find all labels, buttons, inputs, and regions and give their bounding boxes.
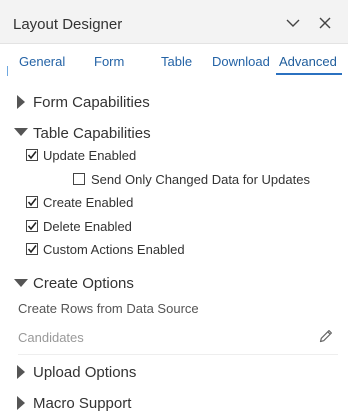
create-rows-value: Candidates [18,330,84,345]
custom-actions-enabled-checkbox[interactable] [26,243,38,255]
section-create-options[interactable]: Create Options [33,275,134,292]
tab-scroll-indicator [7,66,8,76]
send-only-changed-label: Send Only Changed Data for Updates [91,172,310,187]
section-upload-options[interactable]: Upload Options [33,364,136,381]
update-enabled-checkbox[interactable] [26,149,38,161]
create-enabled-checkbox[interactable] [26,196,38,208]
tab-general[interactable]: General [19,54,65,69]
caret-right-icon[interactable] [17,95,25,109]
layout-designer-panel: Layout Designer General Form Table Downl… [0,0,348,418]
delete-enabled-checkbox[interactable] [26,220,38,232]
caret-down-icon[interactable] [14,128,28,136]
create-enabled-label: Create Enabled [43,195,134,210]
tab-bar: General Form Table Download Advanced [0,44,348,76]
tab-table[interactable]: Table [161,54,192,69]
field-divider [18,354,338,355]
close-icon[interactable] [316,14,334,32]
chevron-down-icon[interactable] [284,14,302,32]
pencil-icon[interactable] [318,328,334,344]
caret-right-icon[interactable] [17,396,25,410]
custom-actions-enabled-label: Custom Actions Enabled [43,242,185,257]
section-form-capabilities[interactable]: Form Capabilities [33,94,150,111]
section-macro-support[interactable]: Macro Support [33,395,131,412]
delete-enabled-label: Delete Enabled [43,219,132,234]
panel-header: Layout Designer [0,0,348,44]
create-rows-label: Create Rows from Data Source [18,301,199,316]
tab-form[interactable]: Form [94,54,124,69]
send-only-changed-checkbox[interactable] [73,173,85,185]
update-enabled-label: Update Enabled [43,148,137,163]
tab-advanced[interactable]: Advanced [279,54,337,69]
caret-right-icon[interactable] [17,365,25,379]
panel-title: Layout Designer [13,16,123,33]
active-tab-indicator [276,73,342,75]
section-table-capabilities[interactable]: Table Capabilities [33,125,151,142]
caret-down-icon[interactable] [14,279,28,287]
tab-download[interactable]: Download [212,54,270,69]
